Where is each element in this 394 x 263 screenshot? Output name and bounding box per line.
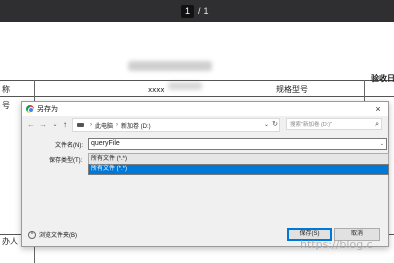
filetype-label: 保存类型(T): (49, 158, 83, 164)
current-page-field[interactable]: 1 (181, 4, 195, 18)
dialog-title: 另存为 (37, 106, 58, 113)
table-cell-inspection: 验收日 (371, 74, 394, 83)
recent-locations-chevron-icon[interactable]: ⌄ (50, 119, 60, 131)
search-icon: ⌕ (375, 121, 379, 128)
chrome-icon (26, 105, 34, 113)
filetype-dropdown-list: 所有文件 (*.*) (88, 164, 389, 175)
breadcrumb-separator: › (90, 122, 92, 128)
breadcrumb-drive-d[interactable]: 新加卷 (D:) (121, 121, 151, 130)
redacted-title (128, 61, 212, 71)
table-line (0, 96, 394, 97)
redacted-subtitle (168, 82, 202, 90)
total-pages: 1 (203, 6, 209, 16)
page-separator: / (198, 6, 201, 16)
table-line (0, 80, 394, 81)
table-cell-spec: 规格型号 (276, 85, 308, 94)
watermark-text: https://blog.c (300, 238, 373, 251)
address-dropdown-icon[interactable]: ⌄ (264, 119, 269, 131)
chevron-down-icon[interactable]: ⌄ (380, 139, 384, 149)
forward-arrow-icon[interactable]: → (38, 119, 48, 131)
back-arrow-icon[interactable]: ← (26, 119, 36, 131)
up-arrow-icon[interactable]: ↑ (60, 119, 70, 131)
browse-folders-toggle[interactable]: ^ 浏览文件夹(B) (28, 230, 77, 239)
address-bar[interactable]: › 此电脑 › 新加卷 (D:) ⌄ ↻ (72, 118, 280, 132)
close-button[interactable]: × (371, 102, 385, 116)
pdf-viewer-toolbar: 1 / 1 (0, 0, 394, 22)
save-as-dialog: 另存为 × ← → ⌄ ↑ › 此电脑 › 新加卷 (D:) ⌄ ↻ 搜索"新加… (21, 101, 389, 247)
search-placeholder: 搜索"新加卷 (D:)" (290, 122, 333, 128)
filetype-option-all-files[interactable]: 所有文件 (*.*) (89, 165, 388, 174)
table-cell-number: 号 (2, 101, 10, 110)
breadcrumb-this-pc[interactable]: 此电脑 (95, 121, 113, 130)
filetype-value: 所有文件 (*.*) (91, 156, 128, 162)
navigation-bar: ← → ⌄ ↑ › 此电脑 › 新加卷 (D:) ⌄ ↻ 搜索"新加卷 (D:)… (22, 117, 388, 133)
filename-value: queryFile (91, 140, 120, 147)
filename-label: 文件名(N): (55, 143, 83, 149)
dialog-titlebar[interactable]: 另存为 × (22, 102, 388, 116)
browse-folders-label: 浏览文件夹(B) (39, 233, 77, 239)
chevron-up-icon: ^ (28, 230, 36, 239)
table-cell-xxxx: xxxx (148, 86, 165, 94)
refresh-icon[interactable]: ↻ (272, 119, 278, 131)
filename-field[interactable]: queryFile ⌄ (88, 138, 387, 150)
page-indicator: 1 / 1 (181, 4, 209, 18)
table-cell-handler: 办人 (2, 237, 18, 246)
table-cell-name: 称 (2, 85, 10, 94)
computer-icon (77, 123, 84, 127)
breadcrumb-separator: › (116, 122, 119, 128)
search-input[interactable]: 搜索"新加卷 (D:)" ⌕ (286, 118, 382, 130)
